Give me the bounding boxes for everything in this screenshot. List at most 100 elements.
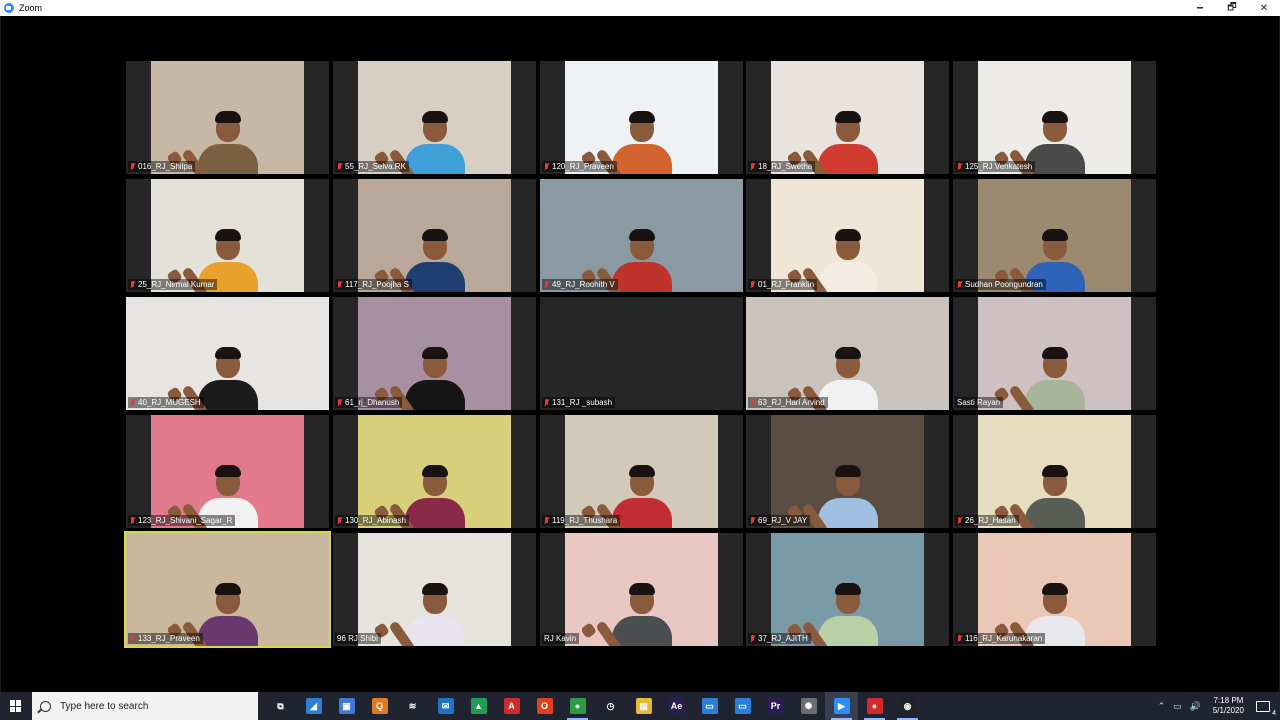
participant-video	[126, 297, 329, 410]
participant-video	[746, 297, 949, 410]
muted-mic-icon	[750, 280, 755, 289]
network-icon[interactable]: ▭	[1173, 701, 1182, 712]
volume-icon[interactable]: 🔊	[1190, 701, 1201, 712]
muted-mic-icon	[337, 162, 342, 171]
participant-name: 123_RJ_Shivani_Sagar_R	[138, 516, 233, 525]
participant-tile[interactable]: 61_rj_Dhanush	[333, 297, 536, 410]
muted-mic-icon	[337, 516, 342, 525]
participant-tile[interactable]: 120_RJ_Praveen	[540, 61, 743, 174]
participant-tile[interactable]: 63_RJ_Hari Arvind	[746, 297, 949, 410]
windows-icon	[10, 700, 22, 712]
taskbar-app-acrobat[interactable]: A	[495, 692, 528, 720]
taskbar-app-chrome[interactable]: ●	[561, 692, 594, 720]
minimize-button[interactable]: 🗕	[1184, 0, 1216, 16]
after-effects-icon: Ae	[668, 698, 685, 714]
close-button[interactable]: ✕	[1248, 0, 1280, 16]
zoom-icon: ▶	[833, 698, 850, 714]
participant-name-label: 37_RJ_AJITH	[748, 633, 811, 644]
taskbar-app-clock-app[interactable]: ◷	[594, 692, 627, 720]
participant-video	[978, 179, 1131, 292]
taskbar-app-task-view[interactable]: ⧉	[264, 692, 297, 720]
participant-name-label: 016_RJ_Shilpa	[128, 161, 196, 172]
clock-date: 5/1/2020	[1212, 706, 1244, 715]
participant-tile[interactable]: 117_RJ_Poojha S	[333, 179, 536, 292]
taskbar-app-obs[interactable]: ◉	[891, 692, 924, 720]
participant-video	[978, 297, 1131, 410]
participant-tile[interactable]: 37_RJ_AJITH	[746, 533, 949, 646]
participant-name-label: 49_RJ_Roohith V	[542, 279, 618, 290]
taskbar-app-davinci[interactable]: ✺	[792, 692, 825, 720]
participant-name: 69_RJ_V JAY	[758, 516, 808, 525]
taskbar-app-file-explorer[interactable]: ▤	[627, 692, 660, 720]
participant-name: 016_RJ_Shilpa	[138, 162, 193, 171]
taskbar-app-snipping[interactable]: ▭	[693, 692, 726, 720]
taskbar-app-network[interactable]: ≋	[396, 692, 429, 720]
start-button[interactable]	[0, 692, 32, 720]
participant-tile[interactable]: 49_RJ_Roohith V	[540, 179, 743, 292]
title-bar: Zoom 🗕 🗗 ✕	[0, 0, 1280, 16]
participant-tile[interactable]: 01_RJ_Franklin	[746, 179, 949, 292]
participant-video	[565, 533, 718, 646]
participant-video	[771, 415, 924, 528]
muted-mic-icon	[750, 398, 755, 407]
participant-name-label: 119_RJ_Thushara	[542, 515, 621, 526]
muted-mic-icon	[750, 634, 755, 643]
participant-name: Sudhan Poongundran	[965, 280, 1043, 289]
participant-video	[565, 61, 718, 174]
network-icon: ≋	[408, 700, 417, 711]
participant-tile[interactable]: 26_RJ_Hasan	[953, 415, 1156, 528]
taskbar-app-qbittorrent[interactable]: Q	[363, 692, 396, 720]
participant-name-label: 123_RJ_Shivani_Sagar_R	[128, 515, 236, 526]
taskbar-app-windows-app[interactable]: ▭	[726, 692, 759, 720]
participant-name: 116_RJ_Karunakaran	[965, 634, 1043, 643]
participant-tile[interactable]: 116_RJ_Karunakaran	[953, 533, 1156, 646]
premiere-icon: Pr	[767, 698, 784, 714]
maximize-button[interactable]: 🗗	[1216, 0, 1248, 16]
taskbar-app-store[interactable]: ▣	[330, 692, 363, 720]
participant-figure	[372, 347, 475, 410]
taskbar-app-edge-legacy[interactable]: ◢	[297, 692, 330, 720]
clock[interactable]: 7:18 PM 5/1/2020	[1213, 696, 1244, 716]
participant-tile[interactable]: 96 RJ Shibi	[333, 533, 536, 646]
taskbar-search[interactable]: Type here to search	[32, 692, 258, 720]
participant-tile[interactable]: 125_RJ Venkatesh	[953, 61, 1156, 174]
taskbar-app-mail[interactable]: ✉	[429, 692, 462, 720]
participant-tile[interactable]: 133_RJ_Praveen	[124, 531, 331, 648]
participant-tile[interactable]: Sasti Rayan	[953, 297, 1156, 410]
participant-name: 131_RJ _subash	[552, 398, 613, 407]
participant-video	[358, 61, 511, 174]
participant-name: 120_RJ_Praveen	[552, 162, 614, 171]
taskbar-app-recorder[interactable]: ●	[858, 692, 891, 720]
taskbar-app-google-drive[interactable]: ▲	[462, 692, 495, 720]
muted-mic-icon	[957, 516, 962, 525]
participant-tile[interactable]: 25_RJ_Nirmal Kumar	[126, 179, 329, 292]
participant-tile[interactable]: RJ Kavin	[540, 533, 743, 646]
participant-tile[interactable]: 016_RJ_Shilpa	[126, 61, 329, 174]
participant-tile[interactable]: 55_RJ_Selva.RK	[333, 61, 536, 174]
taskbar-app-zoom[interactable]: ▶	[825, 692, 858, 720]
participant-name-label: 26_RJ_Hasan	[955, 515, 1019, 526]
muted-mic-icon	[130, 162, 135, 171]
taskbar-app-premiere[interactable]: Pr	[759, 692, 792, 720]
participant-tile[interactable]: 130_RJ_Abinash	[333, 415, 536, 528]
participant-video	[151, 61, 304, 174]
participant-name-label: 40_RJ_MUGESH	[128, 397, 204, 408]
participant-name-label: 63_RJ_Hari Arvind	[748, 397, 828, 408]
participant-name: 125_RJ Venkatesh	[965, 162, 1033, 171]
notifications-icon[interactable]	[1256, 700, 1276, 717]
taskbar-app-office[interactable]: O	[528, 692, 561, 720]
participant-video	[358, 533, 511, 646]
participant-name: 119_RJ_Thushara	[552, 516, 618, 525]
participant-video	[126, 533, 329, 646]
taskbar-app-after-effects[interactable]: Ae	[660, 692, 693, 720]
participant-tile[interactable]: 123_RJ_Shivani_Sagar_R	[126, 415, 329, 528]
participant-tile[interactable]: 119_RJ_Thushara	[540, 415, 743, 528]
participant-tile[interactable]: 131_RJ _subash	[540, 297, 743, 410]
participant-tile[interactable]: Sudhan Poongundran	[953, 179, 1156, 292]
tray-chevron-icon[interactable]: ⌃	[1158, 701, 1166, 712]
participant-video	[978, 533, 1131, 646]
participant-tile[interactable]: 69_RJ_V JAY	[746, 415, 949, 528]
participant-tile[interactable]: 18_RJ_Swetha	[746, 61, 949, 174]
participant-name: 25_RJ_Nirmal Kumar	[138, 280, 215, 289]
participant-tile[interactable]: 40_RJ_MUGESH	[126, 297, 329, 410]
